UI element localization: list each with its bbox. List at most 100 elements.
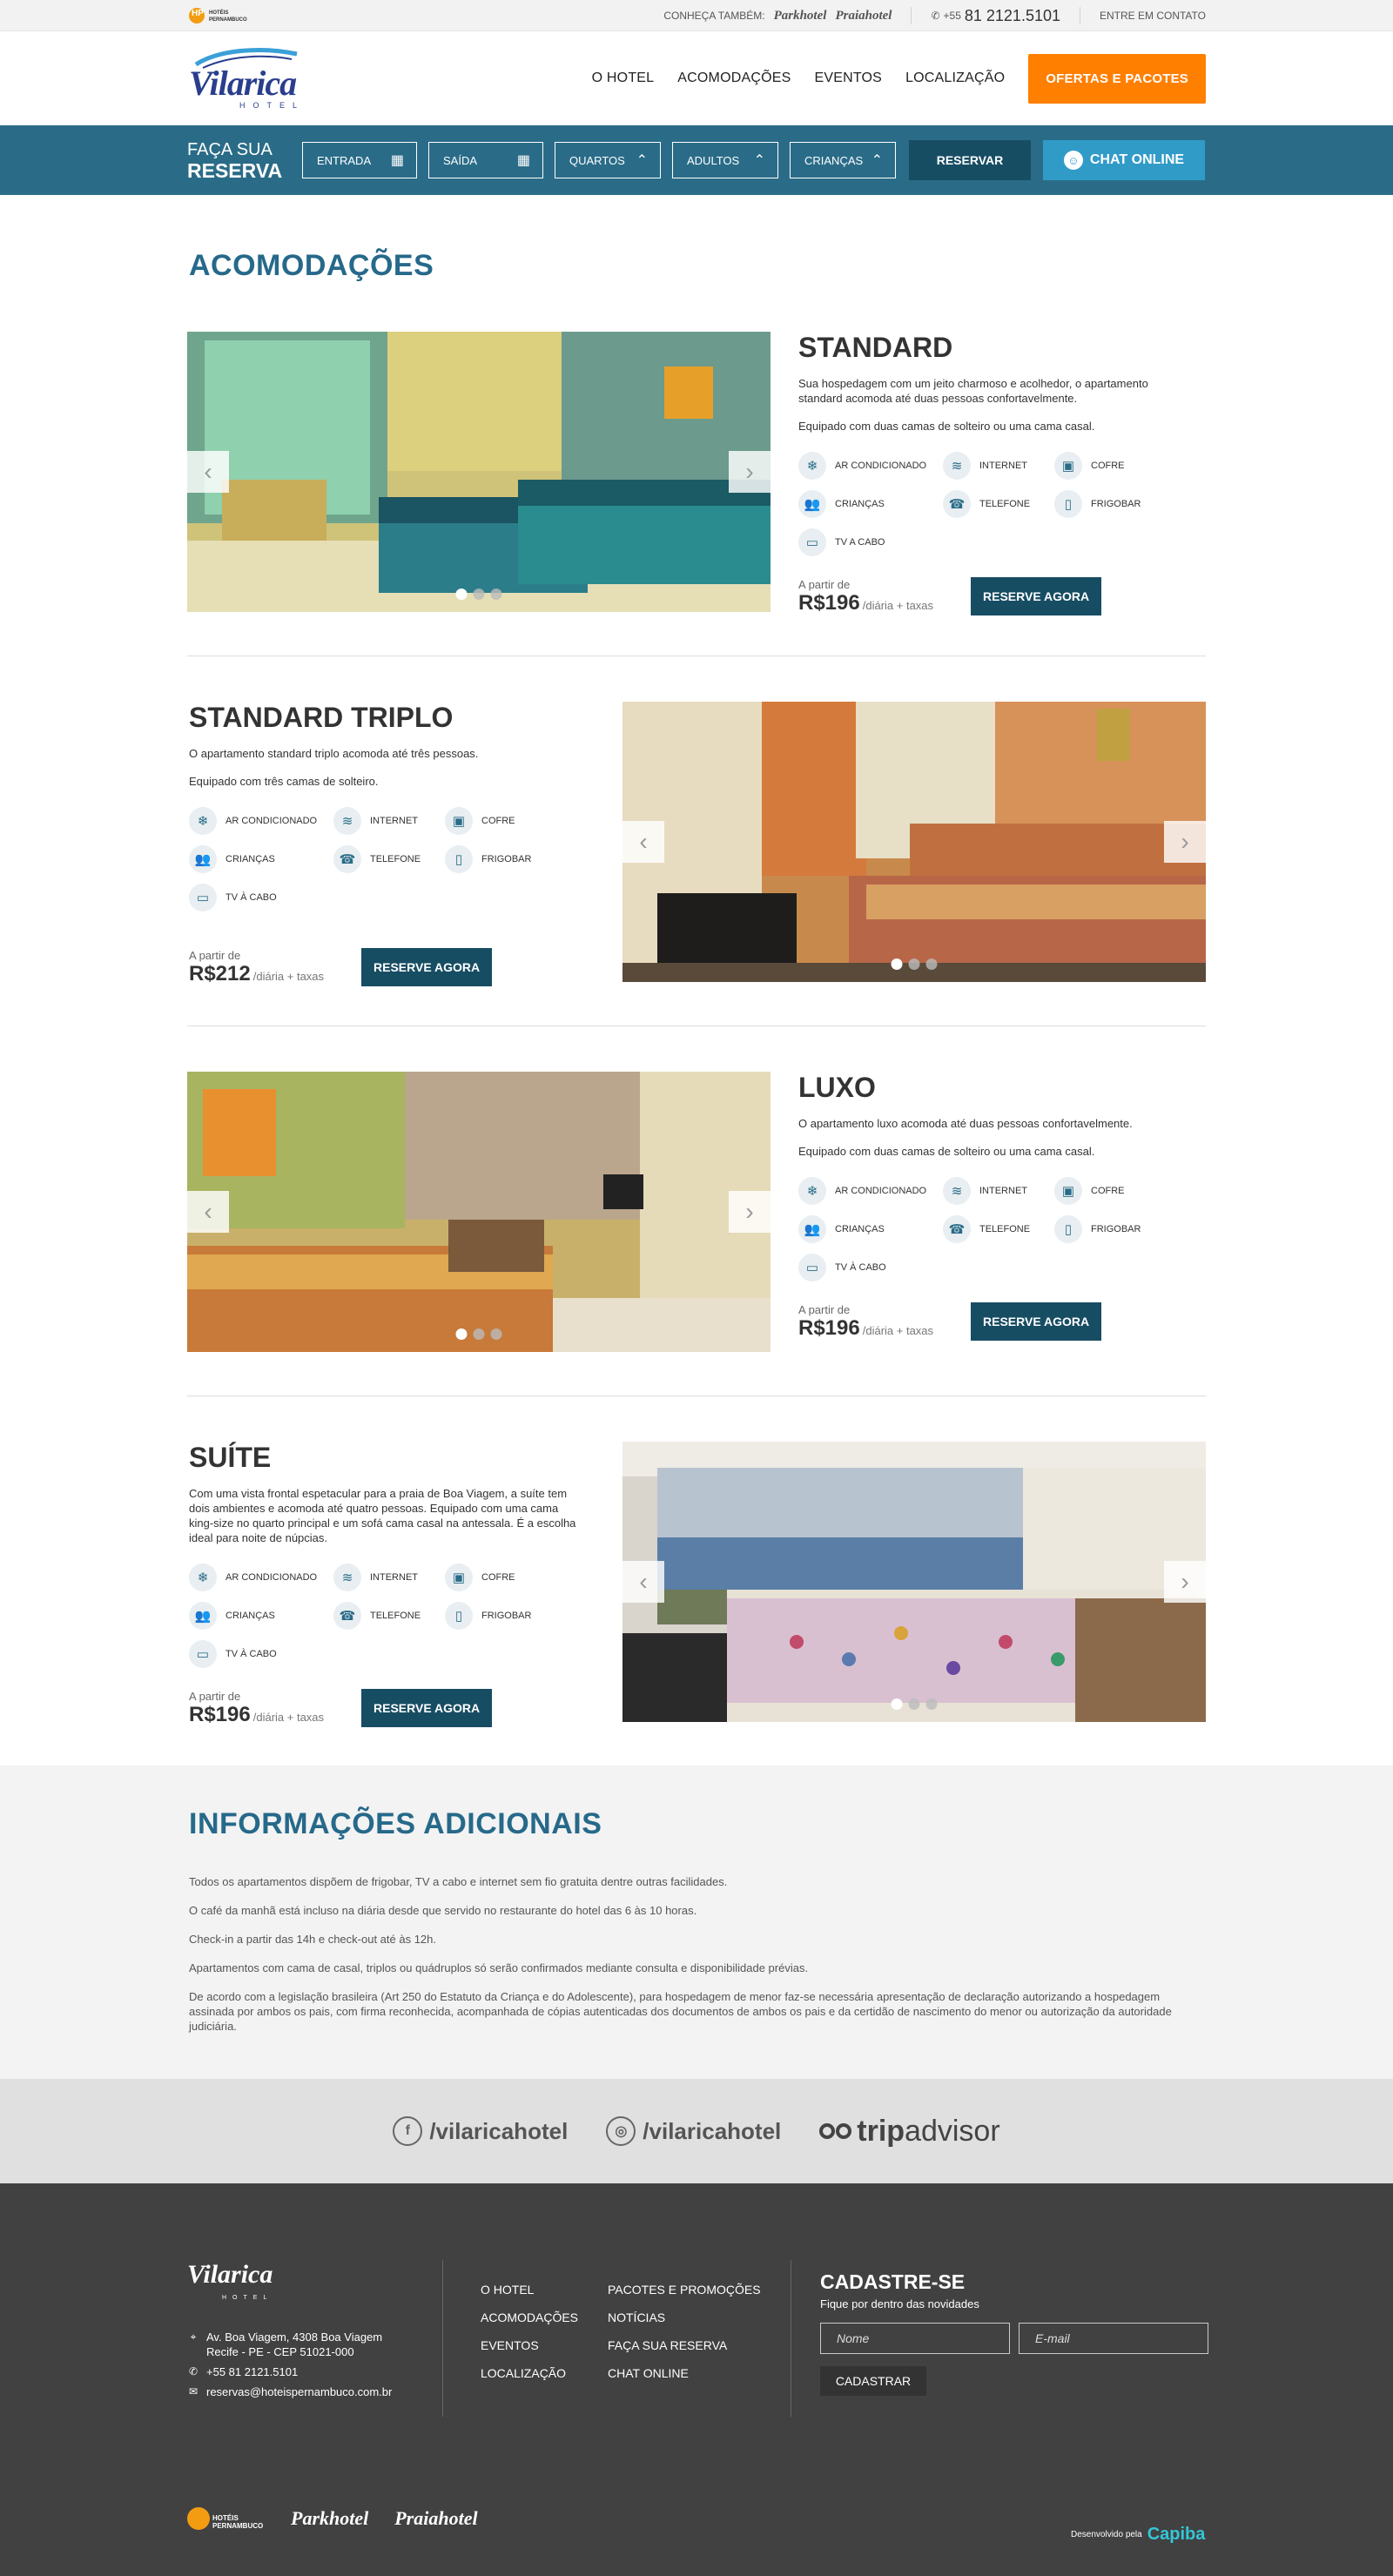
amenities-list: ❄ AR CONDICIONADO ≋ INTERNET ▣ COFRE 👥 CRIAN… — [189, 802, 555, 917]
room-info: SUÍTE Com uma vista frontal espetacular … — [189, 1442, 607, 1727]
social-bar: f /vilaricahotel ◎ /vilaricahotel tripad… — [0, 2079, 1393, 2183]
footer-link-acomodacoes[interactable]: ACOMODAÇÕES — [481, 2310, 608, 2324]
praiahotel-link[interactable]: Praiahotel — [835, 9, 892, 24]
children-icon: 👥 — [189, 845, 217, 873]
next-arrow-icon[interactable]: › — [1164, 1561, 1206, 1603]
rooms-select[interactable]: QUARTOS ⌃ — [555, 142, 661, 178]
reserve-button[interactable]: RESERVE AGORA — [971, 1302, 1102, 1341]
amenities-list: ❄ AR CONDICIONADO ≋ INTERNET ▣ COFRE 👥 CRIAN… — [189, 1558, 555, 1673]
fridge-icon: ▯ — [445, 845, 473, 873]
footer-email[interactable]: ✉ reservas@hoteispernambuco.com.br — [187, 2384, 392, 2399]
tripadvisor-link[interactable]: tripadvisor — [819, 2115, 1000, 2149]
cadastrar-button[interactable]: CADASTRAR — [820, 2366, 926, 2396]
footer-link-pacotes[interactable]: PACOTES E PROMOÇÕES — [608, 2283, 782, 2297]
hoteis-pernambuco-text: HOTÉIS PERNAMBUCO — [209, 10, 247, 23]
newsletter-subtitle: Fique por dentro das novidades — [820, 2297, 979, 2310]
amenity-internet: ≋ INTERNET — [943, 1172, 1054, 1210]
additional-info-section: INFORMAÇÕES ADICIONAIS Todos os apartame… — [0, 1766, 1393, 2079]
reservar-button[interactable]: RESERVAR — [909, 140, 1031, 180]
chat-online-button[interactable]: ☺ CHAT ONLINE — [1043, 140, 1205, 180]
carousel-dot[interactable] — [925, 1698, 938, 1710]
footer-link-chat[interactable]: CHAT ONLINE — [608, 2366, 782, 2380]
carousel-dot[interactable] — [473, 1328, 485, 1340]
reserve-button[interactable]: RESERVE AGORA — [361, 948, 493, 986]
booking-bar: FAÇA SUA RESERVA ENTRADA ▦ SAÍDA ▦ QUART… — [0, 125, 1393, 195]
carousel-dot[interactable] — [925, 958, 938, 970]
nav-eventos[interactable]: EVENTOS — [814, 71, 882, 86]
next-arrow-icon[interactable]: › — [729, 1191, 771, 1233]
footer-link-eventos[interactable]: EVENTOS — [481, 2338, 608, 2352]
room-photo-carousel[interactable]: ‹ › — [622, 1442, 1206, 1722]
amenity-minibar: ▯ FRIGOBAR — [445, 840, 555, 878]
developer-credit[interactable]: Desenvolvido pela Capiba — [1071, 2525, 1205, 2545]
info-paragraph: De acordo com a legislação brasileira (A… — [189, 1990, 1172, 2033]
newsletter-name-input[interactable]: Nome — [820, 2323, 1010, 2354]
chevron-up-icon: ⌃ — [753, 153, 765, 168]
checkin-field[interactable]: ENTRADA ▦ — [302, 142, 417, 178]
carousel-dot[interactable] — [908, 1698, 920, 1710]
snowflake-icon: ❄ — [798, 452, 826, 480]
contact-link[interactable]: ENTRE EM CONTATO — [1100, 10, 1206, 22]
price-amount: R$196 — [798, 1316, 860, 1340]
newsletter-email-input[interactable]: E-mail — [1019, 2323, 1208, 2354]
price-unit: /diária + taxas — [252, 970, 325, 983]
next-arrow-icon[interactable]: › — [1164, 821, 1206, 863]
amenity-label: INTERNET — [370, 816, 418, 826]
footer-logo-word: Vilarica — [187, 2260, 273, 2289]
room-photo-carousel[interactable]: ‹ › — [622, 702, 1206, 982]
footer-link-noticias[interactable]: NOTÍCIAS — [608, 2310, 782, 2324]
room-photo-standard-triplo — [622, 702, 1206, 982]
carousel-dot[interactable] — [891, 958, 903, 970]
brand-praiahotel[interactable]: Praiahotel — [394, 2507, 477, 2530]
carousel-dot[interactable] — [455, 1328, 468, 1340]
vilarica-logo[interactable]: Vilarica HOTEL — [187, 44, 318, 113]
footer-link-o-hotel[interactable]: O HOTEL — [481, 2283, 608, 2297]
hoteis-pernambuco-logo[interactable]: HOTÉIS PERNAMBUCO — [187, 8, 252, 24]
next-arrow-icon[interactable]: › — [729, 451, 771, 493]
calendar-icon: ▦ — [516, 153, 530, 168]
carousel-dot[interactable] — [908, 958, 920, 970]
carousel-dot[interactable] — [490, 589, 502, 600]
tv-icon: ▭ — [798, 528, 826, 556]
room-photo-carousel[interactable]: ‹ › — [187, 332, 771, 612]
ofertas-button[interactable]: OFERTAS E PACOTES — [1028, 53, 1206, 104]
carousel-dot[interactable] — [473, 589, 485, 600]
nav-o-hotel[interactable]: O HOTEL — [592, 71, 655, 86]
phone-number: 81 2121.5101 — [964, 6, 1060, 24]
price-amount: R$196 — [798, 591, 860, 615]
prev-arrow-icon[interactable]: ‹ — [187, 1191, 229, 1233]
prev-arrow-icon[interactable]: ‹ — [622, 821, 664, 863]
facebook-link[interactable]: f /vilaricahotel — [393, 2116, 568, 2146]
carousel-dot[interactable] — [490, 1328, 502, 1340]
amenity-label: TV À CABO — [835, 1262, 886, 1273]
children-select[interactable]: CRIANÇAS ⌃ — [790, 142, 896, 178]
instagram-link[interactable]: ◎ /vilaricahotel — [606, 2116, 781, 2146]
carousel-dot[interactable] — [891, 1698, 903, 1710]
reserve-button[interactable]: RESERVE AGORA — [971, 577, 1102, 615]
amenity-label: FRIGOBAR — [481, 854, 532, 864]
brand-parkhotel[interactable]: Parkhotel — [291, 2507, 368, 2530]
prev-arrow-icon[interactable]: ‹ — [622, 1561, 664, 1603]
amenity-label: COFRE — [1091, 461, 1125, 471]
footer-link-localizacao[interactable]: LOCALIZAÇÃO — [481, 2366, 608, 2380]
price-value: R$196/diária + taxas — [798, 1316, 971, 1341]
footer-link-reserva[interactable]: FAÇA SUA RESERVA — [608, 2338, 782, 2352]
parkhotel-link[interactable]: Parkhotel — [774, 9, 827, 24]
conheca-label: CONHEÇA TAMBÉM: — [663, 10, 765, 22]
amenity-children: 👥 CRIANÇAS — [798, 1210, 943, 1248]
nav-acomodacoes[interactable]: ACOMODAÇÕES — [677, 71, 791, 86]
footer-email-address[interactable]: reservas@hoteispernambuco.com.br — [206, 2384, 392, 2399]
brand-hoteis-pernambuco[interactable]: HOTÉIS PERNAMBUCO — [187, 2507, 265, 2530]
carousel-dots — [891, 1698, 938, 1710]
reserve-button[interactable]: RESERVE AGORA — [361, 1689, 493, 1727]
carousel-dot[interactable] — [455, 589, 468, 600]
room-photo-carousel[interactable]: ‹ › — [187, 1072, 771, 1352]
calendar-icon: ▦ — [390, 153, 404, 168]
price-value: R$196/diária + taxas — [798, 591, 971, 615]
footer-logo[interactable]: Vilarica HOTEL — [187, 2260, 283, 2312]
prev-arrow-icon[interactable]: ‹ — [187, 451, 229, 493]
adults-select[interactable]: ADULTOS ⌃ — [672, 142, 778, 178]
amenity-label: FRIGOBAR — [1091, 1224, 1141, 1234]
checkout-field[interactable]: SAÍDA ▦ — [428, 142, 543, 178]
nav-localizacao[interactable]: LOCALIZAÇÃO — [905, 71, 1005, 86]
